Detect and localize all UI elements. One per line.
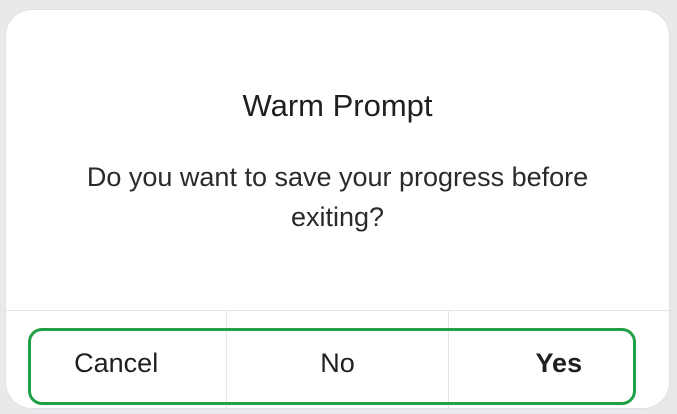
save-progress-dialog: Warm Prompt Do you want to save your pro…: [6, 10, 669, 408]
yes-button[interactable]: Yes: [449, 311, 669, 408]
dialog-button-row: Cancel No Yes: [6, 311, 669, 408]
no-button[interactable]: No: [227, 311, 447, 408]
cancel-button[interactable]: Cancel: [6, 311, 226, 408]
dialog-message: Do you want to save your progress before…: [86, 162, 589, 232]
dialog-title: Warm Prompt: [242, 88, 433, 123]
